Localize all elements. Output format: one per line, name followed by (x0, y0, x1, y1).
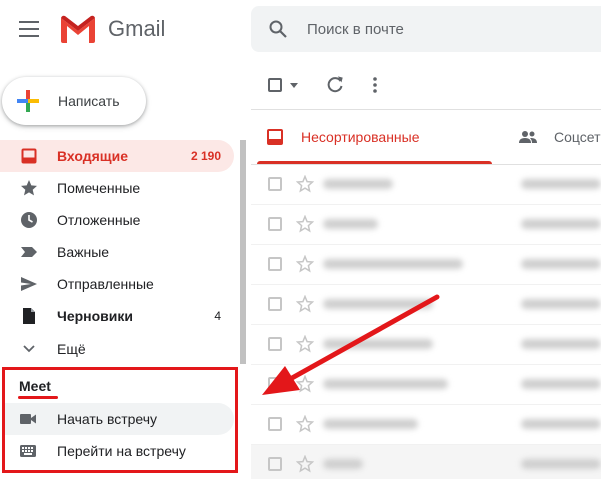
draft-icon (23, 308, 35, 324)
email-row[interactable] (251, 245, 601, 285)
tab-primary[interactable]: Несортированные (257, 110, 492, 164)
star-outline-icon[interactable] (296, 375, 314, 393)
blurred-subject (521, 219, 601, 229)
blurred-sender (323, 379, 448, 389)
tab-social[interactable]: Соцсет (510, 110, 601, 164)
gmail-logo-icon[interactable] (59, 14, 97, 44)
sidebar-item-starred[interactable]: Помеченные (0, 172, 234, 204)
star-outline-icon[interactable] (296, 455, 314, 473)
label-important-icon (21, 247, 37, 257)
app-name: Gmail (108, 16, 166, 41)
star-outline-icon[interactable] (296, 215, 314, 233)
sidebar-item-important[interactable]: Важные (0, 236, 234, 268)
inbox-icon (267, 129, 283, 145)
email-row[interactable] (251, 365, 601, 405)
plus-icon (17, 90, 39, 112)
blurred-sender (323, 459, 363, 469)
send-icon (21, 277, 37, 291)
search-icon[interactable] (268, 19, 288, 39)
drafts-count: 4 (214, 309, 221, 323)
star-icon (21, 180, 37, 196)
blurred-sender (323, 219, 378, 229)
email-row[interactable] (251, 205, 601, 245)
row-checkbox[interactable] (268, 297, 282, 311)
row-checkbox[interactable] (268, 417, 282, 431)
sidebar-item-drafts[interactable]: Черновики 4 (0, 300, 234, 332)
row-checkbox[interactable] (268, 217, 282, 231)
annotation-highlight-box (2, 367, 238, 473)
email-row[interactable] (251, 325, 601, 365)
row-checkbox[interactable] (268, 337, 282, 351)
sidebar-item-label: Отложенные (57, 212, 141, 228)
sidebar-item-inbox[interactable]: Входящие 2 190 (0, 140, 234, 172)
sidebar-item-more[interactable]: Ещё (0, 333, 234, 365)
sidebar-item-snoozed[interactable]: Отложенные (0, 204, 234, 236)
search-placeholder: Поиск в почте (307, 21, 404, 38)
search-box[interactable]: Поиск в почте (251, 6, 601, 52)
tab-label: Соцсет (554, 129, 601, 145)
star-outline-icon[interactable] (296, 415, 314, 433)
compose-button[interactable]: Написать (2, 77, 146, 125)
blurred-sender (323, 259, 463, 269)
header: Gmail Поиск в почте (0, 0, 601, 62)
sidebar-item-sent[interactable]: Отправленные (0, 268, 234, 300)
blurred-subject (521, 179, 601, 189)
sidebar-item-label: Входящие (57, 148, 128, 164)
sidebar-item-label: Отправленные (57, 276, 154, 292)
sidebar-scrollbar[interactable] (240, 140, 246, 364)
tab-label: Несортированные (301, 129, 420, 145)
sidebar-item-label: Ещё (57, 341, 86, 357)
sidebar-item-label: Помеченные (57, 180, 141, 196)
star-outline-icon[interactable] (296, 335, 314, 353)
main-menu-icon[interactable] (19, 21, 39, 37)
row-checkbox[interactable] (268, 377, 282, 391)
row-checkbox[interactable] (268, 257, 282, 271)
star-outline-icon[interactable] (296, 255, 314, 273)
email-row[interactable] (251, 405, 601, 445)
star-outline-icon[interactable] (296, 295, 314, 313)
clock-icon (21, 212, 37, 228)
blurred-subject (521, 379, 601, 389)
more-options-icon[interactable] (370, 76, 380, 94)
email-row[interactable] (251, 285, 601, 325)
sidebar-item-label: Важные (57, 244, 110, 260)
blurred-subject (521, 299, 601, 309)
blurred-sender (323, 299, 433, 309)
star-outline-icon[interactable] (296, 175, 314, 193)
blurred-subject (521, 459, 601, 469)
people-icon (519, 131, 537, 143)
inbox-icon (21, 148, 37, 164)
blurred-sender (323, 339, 433, 349)
compose-label: Написать (58, 93, 120, 109)
blurred-sender (323, 179, 393, 189)
select-dropdown-icon[interactable] (290, 83, 298, 88)
unread-count: 2 190 (190, 149, 221, 163)
refresh-icon[interactable] (325, 75, 345, 95)
row-checkbox[interactable] (268, 457, 282, 471)
blurred-subject (521, 339, 601, 349)
blurred-subject (521, 419, 601, 429)
blurred-sender (323, 419, 418, 429)
row-checkbox[interactable] (268, 177, 282, 191)
blurred-subject (521, 259, 601, 269)
chevron-down-icon (23, 345, 35, 353)
email-row[interactable] (251, 445, 601, 479)
sidebar-item-label: Черновики (57, 308, 134, 324)
select-all-checkbox[interactable] (268, 78, 282, 92)
email-row[interactable] (251, 165, 601, 205)
